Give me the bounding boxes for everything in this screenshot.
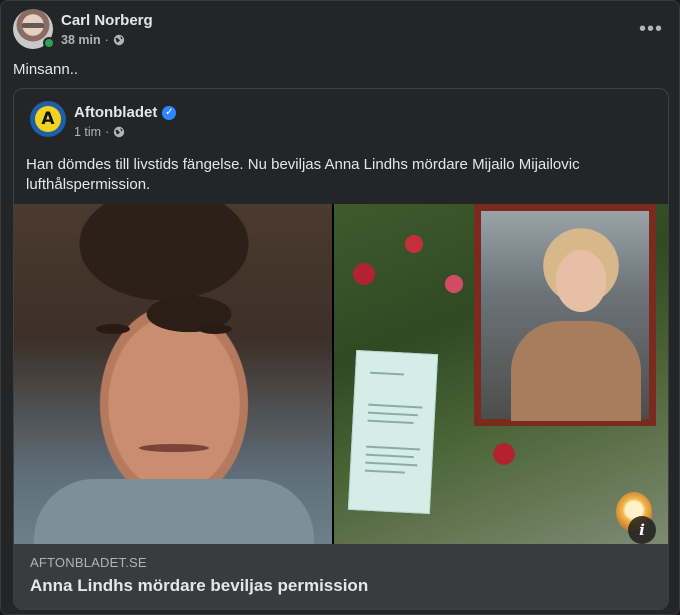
meta-separator: ·: [105, 125, 110, 139]
shared-post-message: Han dömdes till livstids fängelse. Nu be…: [26, 156, 580, 193]
photo-detail: [34, 479, 314, 544]
page-logo[interactable]: A: [30, 101, 66, 137]
globe-icon: [114, 126, 125, 138]
globe-icon: [113, 34, 124, 46]
link-preview-image[interactable]: i: [14, 204, 668, 544]
link-domain: AFTONBLADET.SE: [30, 555, 147, 570]
page-name-row: Aftonbladet ✓: [74, 104, 177, 121]
feed-post: Carl Norberg 38 min · ••• Minsann.. A Af…: [0, 0, 680, 615]
post-options-button[interactable]: •••: [635, 13, 667, 45]
post-meta: 38 min ·: [61, 33, 125, 47]
memorial-photo: [334, 204, 668, 544]
post-header: Carl Norberg 38 min · •••: [13, 9, 669, 49]
shared-post-card[interactable]: A Aftonbladet ✓ 1 tim · Han dömdes till …: [13, 88, 669, 610]
portrait-frame: [474, 204, 656, 426]
aftonbladet-logo-icon: A: [35, 106, 61, 132]
photo-detail: [511, 321, 641, 421]
link-preview-footer[interactable]: AFTONBLADET.SE Anna Lindhs mördare bevil…: [14, 544, 668, 609]
info-icon[interactable]: i: [628, 516, 656, 544]
shared-post-timestamp[interactable]: 1 tim: [74, 125, 101, 139]
memorial-note: [347, 349, 439, 515]
photo-detail: [139, 444, 209, 452]
verified-badge-icon: ✓: [162, 105, 177, 120]
photo-detail: [96, 324, 130, 334]
photo-detail: [198, 324, 232, 334]
page-name[interactable]: Aftonbladet: [74, 104, 157, 121]
meta-separator: ·: [104, 33, 109, 47]
shared-post-meta: 1 tim ·: [74, 125, 125, 139]
more-horizontal-icon: •••: [638, 17, 663, 40]
post-timestamp[interactable]: 38 min: [61, 33, 101, 47]
portrait-photo: [481, 211, 649, 421]
online-status-indicator: [43, 37, 55, 49]
mugshot-photo: [14, 204, 332, 544]
link-title[interactable]: Anna Lindhs mördare beviljas permission: [30, 576, 368, 596]
author-name[interactable]: Carl Norberg: [61, 12, 153, 29]
post-message: Minsann..: [13, 61, 79, 78]
